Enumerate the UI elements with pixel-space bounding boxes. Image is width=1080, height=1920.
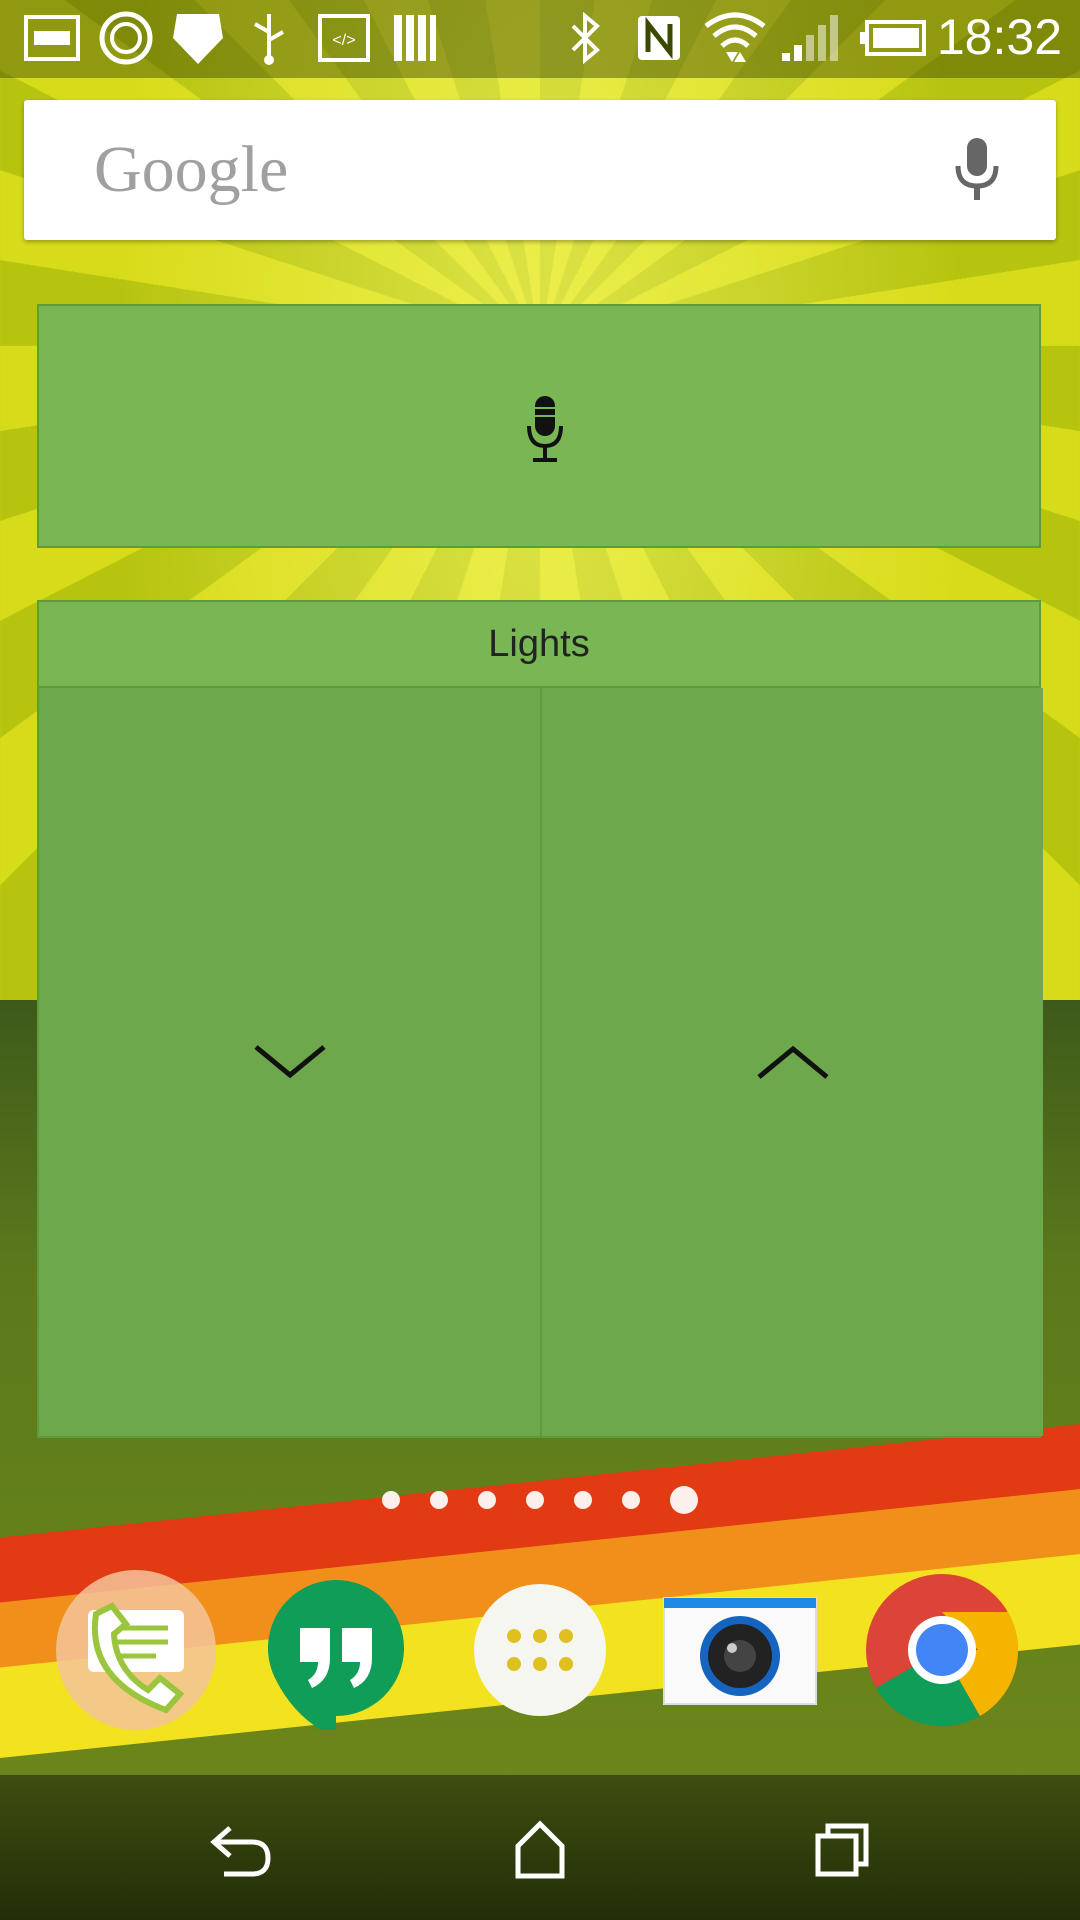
google-logo: Google	[94, 133, 289, 206]
page-dot[interactable]	[478, 1491, 496, 1509]
usb-icon	[244, 12, 294, 65]
nfc-icon	[634, 12, 684, 64]
lights-title: Lights	[39, 602, 1039, 688]
svg-text:</>: </>	[332, 32, 355, 49]
microphone-icon	[525, 394, 565, 466]
google-search-bar[interactable]: Google	[24, 100, 1056, 240]
notification-icon	[22, 12, 82, 64]
phone-messages-app[interactable]	[56, 1570, 216, 1730]
microphone-icon[interactable]	[954, 136, 1000, 204]
recents-button[interactable]	[800, 1820, 880, 1880]
signal-icon	[778, 12, 842, 64]
code-icon: </>	[316, 12, 372, 64]
page-dot[interactable]	[526, 1491, 544, 1509]
page-dot[interactable]	[574, 1491, 592, 1509]
page-dot-active[interactable]	[670, 1486, 698, 1514]
sync-icon	[96, 11, 156, 65]
wifi-icon	[700, 12, 770, 64]
chrome-app[interactable]	[862, 1570, 1022, 1730]
page-dot[interactable]	[430, 1491, 448, 1509]
hangouts-app[interactable]	[256, 1570, 416, 1738]
shield-icon	[168, 12, 228, 64]
back-button[interactable]	[200, 1820, 280, 1880]
barcode-icon	[390, 12, 440, 64]
page-indicator	[0, 1486, 1080, 1514]
chevron-up-icon	[756, 1045, 829, 1079]
battery-icon	[858, 12, 928, 64]
voice-command-widget[interactable]	[37, 304, 1041, 548]
lights-down-button[interactable]	[39, 688, 542, 1436]
page-dot[interactable]	[622, 1491, 640, 1509]
page-dot[interactable]	[382, 1491, 400, 1509]
bluetooth-icon	[566, 12, 606, 64]
camera-app[interactable]	[660, 1570, 820, 1730]
lights-widget: Lights	[37, 600, 1043, 1438]
lights-up-button[interactable]	[542, 688, 1043, 1436]
chevron-down-icon	[253, 1045, 326, 1079]
home-button[interactable]	[500, 1820, 580, 1880]
app-drawer[interactable]	[460, 1570, 620, 1730]
status-time: 18:32	[936, 9, 1062, 65]
status-bar: </> 18:32	[0, 0, 1080, 78]
